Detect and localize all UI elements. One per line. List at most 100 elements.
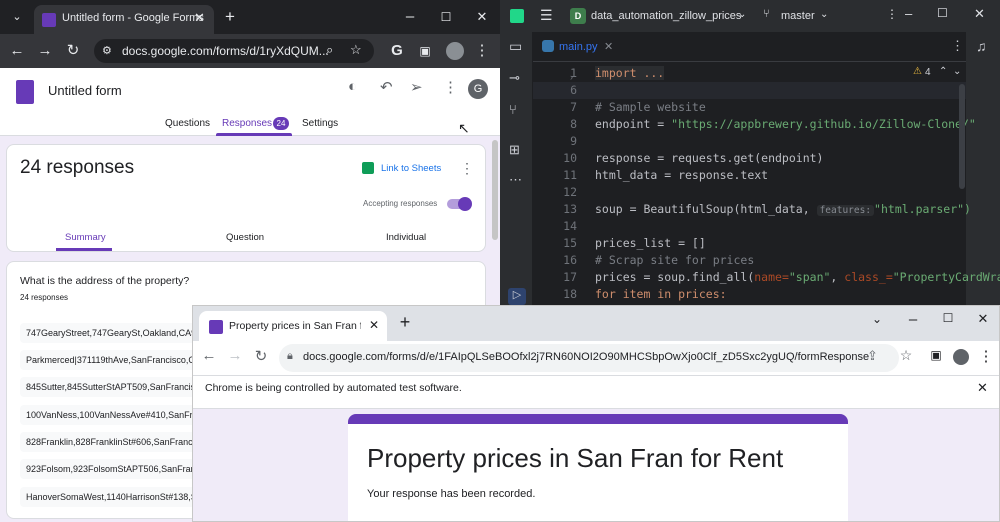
tab-close-icon[interactable]: ✕: [369, 318, 379, 332]
notifications-icon[interactable]: ♫: [976, 38, 987, 54]
minimize-icon[interactable]: –: [903, 311, 923, 328]
more-menu-icon[interactable]: ⋮: [443, 78, 458, 96]
code-line: 6: [533, 82, 966, 99]
file-tab-main[interactable]: main.py: [559, 41, 598, 53]
tab-settings[interactable]: Settings: [302, 118, 338, 129]
pycharm-window: ☰ D data_automation_zillow_prices ⌄ ⑂ ma…: [500, 0, 1000, 305]
project-folder-icon[interactable]: ▭: [509, 38, 522, 55]
send-icon[interactable]: ➢: [410, 78, 423, 96]
lock-icon[interactable]: 🔒︎: [287, 350, 293, 363]
tab-forms[interactable]: Untitled form - Google Forms ✕: [34, 5, 214, 34]
palette-icon[interactable]: ◐: [348, 78, 357, 95]
accepting-responses-label: Accepting responses: [363, 199, 438, 208]
tab-questions[interactable]: Questions: [165, 118, 210, 129]
minimize-icon[interactable]: –: [398, 0, 422, 34]
code-line: 16 # Scrap site for prices: [563, 253, 755, 267]
pycharm-logo-icon: [510, 9, 524, 23]
tab-close-icon[interactable]: ✕: [194, 10, 205, 26]
structure-icon[interactable]: ⊞: [509, 142, 520, 158]
close-window-icon[interactable]: ✕: [973, 311, 993, 327]
code-line: 7 # Sample website: [570, 100, 706, 114]
fold-chevron-icon[interactable]: ›: [570, 72, 573, 82]
address-bar[interactable]: ⚙ docs.google.com/forms/d/1ryXdQUM... ⌕ …: [94, 39, 374, 63]
ide-menu-icon[interactable]: ⋮: [886, 7, 898, 21]
ide-maximize-icon[interactable]: ☐: [937, 6, 948, 20]
branch-icon: ⑂: [763, 8, 770, 20]
forward-icon[interactable]: →: [34, 34, 56, 68]
share-icon[interactable]: ⇪: [867, 348, 878, 364]
reload-icon[interactable]: ↻: [251, 347, 271, 365]
search-icon[interactable]: ⌕: [326, 42, 333, 58]
forms-favicon-icon: [42, 13, 56, 27]
summary-more-icon[interactable]: ⋮: [460, 160, 474, 177]
maximize-icon[interactable]: ☐: [938, 311, 958, 325]
back-icon[interactable]: ←: [6, 34, 28, 68]
side-panel-icon[interactable]: ▣: [414, 34, 436, 68]
new-tab-icon[interactable]: +: [220, 0, 240, 34]
ide-minimize-icon[interactable]: –: [905, 6, 912, 21]
link-to-sheets-button[interactable]: Link to Sheets: [381, 163, 441, 174]
close-window-icon[interactable]: ✕: [470, 0, 494, 34]
question-text: What is the address of the property?: [20, 275, 190, 287]
editor-menu-icon[interactable]: ⋮: [951, 38, 964, 54]
maximize-icon[interactable]: ☐: [434, 0, 458, 34]
site-info-icon[interactable]: ⚙: [102, 44, 112, 57]
project-chevron-down-icon[interactable]: ⌄: [738, 9, 746, 20]
undo-icon[interactable]: ↶: [380, 78, 393, 96]
code-line: 12: [563, 185, 577, 199]
infobar-close-icon[interactable]: ✕: [977, 380, 988, 396]
tab-responses[interactable]: Responses: [222, 118, 272, 129]
bookmark-star-icon[interactable]: ☆: [897, 347, 915, 364]
code-line: 10 response = requests.get(endpoint): [563, 151, 824, 165]
forward-icon[interactable]: →: [225, 347, 245, 364]
list-item: HanoverSomaWest,1140HarrisonSt#138,S...: [20, 487, 200, 507]
project-selector[interactable]: data_automation_zillow_prices: [591, 10, 741, 22]
project-badge-icon: D: [570, 8, 586, 24]
profile-icon[interactable]: [953, 349, 969, 365]
sheets-icon: [362, 162, 374, 174]
account-avatar[interactable]: G: [468, 79, 488, 99]
main-menu-icon[interactable]: ☰: [540, 7, 553, 24]
ide-close-icon[interactable]: ✕: [974, 6, 985, 22]
profile-avatar[interactable]: [446, 42, 464, 60]
side-panel-icon[interactable]: ▣: [927, 348, 945, 362]
accepting-toggle-knob[interactable]: [458, 197, 472, 211]
python-file-icon: [542, 40, 554, 52]
subtab-individual[interactable]: Individual: [386, 232, 426, 243]
subtab-summary[interactable]: Summary: [65, 232, 106, 243]
tab-indicator: [216, 133, 292, 136]
forms-favicon-icon: [209, 320, 223, 334]
bookmark-star-icon[interactable]: ☆: [350, 42, 362, 58]
subtab-question[interactable]: Question: [226, 232, 264, 243]
code-line: 15 prices_list = []: [563, 236, 706, 250]
mouse-cursor: ↖: [458, 120, 470, 136]
tab-response[interactable]: Property prices in San Fran for R ✕: [199, 311, 387, 341]
tab-list-icon[interactable]: ⌄: [867, 312, 887, 326]
more-tools-icon[interactable]: ⋯: [509, 172, 522, 188]
chrome-menu-icon[interactable]: ⋮: [472, 34, 492, 68]
file-tab-close-icon[interactable]: ✕: [604, 40, 613, 53]
back-icon[interactable]: ←: [199, 347, 219, 364]
responses-heading: 24 responses: [20, 157, 135, 178]
code-line: 1 import ...: [570, 66, 665, 80]
editor-scrollbar-thumb[interactable]: [959, 84, 965, 189]
address-bar[interactable]: 🔒︎ docs.google.com/forms/d/e/1FAIpQLSeBO…: [279, 344, 899, 372]
list-item: 923Folsom,923FolsomStAPT506,SanFran...: [20, 459, 200, 479]
forms-logo-icon[interactable]: [16, 80, 34, 104]
form-title[interactable]: Untitled form: [48, 83, 122, 98]
url-text: docs.google.com/forms/d/1ryXdQUM...: [122, 44, 329, 58]
scrollbar-thumb[interactable]: [492, 140, 498, 240]
google-g-icon[interactable]: G: [386, 34, 408, 68]
tab-search-icon[interactable]: ⌄: [6, 0, 28, 34]
list-item: 100VanNess,100VanNessAve#410,SanFra...: [20, 405, 200, 425]
branch-selector[interactable]: master: [781, 10, 815, 22]
run-icon[interactable]: ▷: [508, 288, 526, 305]
chrome-menu-icon[interactable]: ⋮: [977, 347, 995, 365]
pull-requests-icon[interactable]: ⑂: [509, 102, 517, 117]
code-editor[interactable]: ⚠ 4 ⌃ ⌄ 1 import ... 6 7 # Sample website …: [533, 62, 1000, 305]
reload-icon[interactable]: ↻: [62, 34, 84, 68]
new-tab-icon[interactable]: +: [395, 312, 415, 333]
commit-icon[interactable]: ⊸: [509, 70, 520, 86]
code-line: 8 endpoint = "https://appbrewery.github.i…: [570, 117, 976, 131]
branch-chevron-down-icon[interactable]: ⌄: [820, 9, 828, 20]
